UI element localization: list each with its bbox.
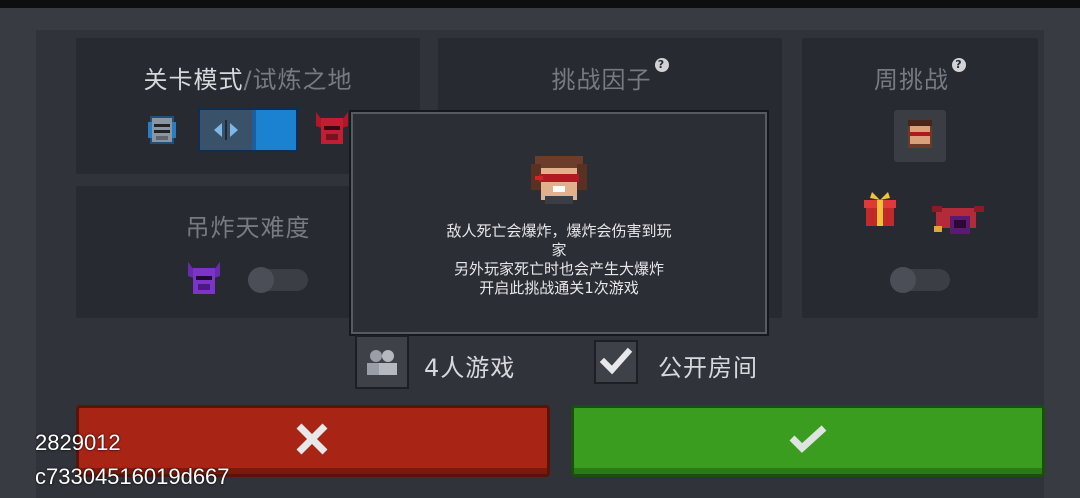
confirm-button[interactable] (571, 405, 1045, 477)
players-icon (367, 350, 397, 375)
purple-helmet-icon (184, 258, 224, 302)
mode-switch-right (256, 110, 296, 150)
difficulty-toggle-knob (248, 267, 274, 293)
weekly-panel: 周挑战? (802, 38, 1038, 318)
weekly-toggle[interactable] (890, 267, 950, 293)
mode-switch-arrows (200, 110, 252, 150)
weekly-challenge-slot[interactable] (894, 110, 946, 162)
close-icon (296, 423, 328, 455)
players-label: 4人游戏 (424, 354, 516, 382)
challenge-line-2: 家 (551, 241, 567, 259)
challenge-line-3: 另外玩家死亡时也会产生大爆炸 (453, 260, 664, 278)
challenge-character-icon (527, 150, 591, 210)
weekly-reward-creature-icon (930, 198, 986, 238)
overlay-hash-line: c73304516019d667 (35, 464, 230, 489)
checkmark-icon (599, 347, 633, 375)
mode-title-separator: / (243, 66, 253, 94)
overlay-id-line: 2829012 (35, 430, 121, 455)
mode-title-main: 关卡模式 (143, 66, 244, 94)
challenge-line-4: 开启此挑战通关1次游戏 (479, 279, 639, 297)
weekly-challenge-icon (908, 120, 932, 148)
knight-icon (142, 110, 182, 150)
challenge-description: 敌人死亡会爆炸，爆炸会伤害到玩 家 另外玩家死亡时也会产生大爆炸 开启此挑战通关… (353, 222, 765, 298)
weekly-toggle-knob (890, 267, 916, 293)
weekly-help-icon[interactable]: ? (952, 58, 966, 72)
public-room-label: 公开房间 (658, 354, 758, 382)
challenge-line-1: 敌人死亡会爆炸，爆炸会伤害到玩 (446, 222, 672, 240)
mode-switch[interactable] (198, 108, 298, 152)
difficulty-toggle[interactable] (248, 267, 308, 293)
gift-icon (862, 190, 898, 228)
weekly-title-text: 周挑战 (874, 66, 949, 94)
mode-title: 关卡模式/试炼之地 (76, 60, 420, 95)
factor-title-text: 挑战因子 (551, 66, 652, 94)
demon-helmet-icon (312, 108, 352, 152)
factor-help-icon[interactable]: ? (654, 58, 669, 72)
weekly-title: 周挑战? (802, 58, 1038, 95)
challenge-tooltip-dialog: 敌人死亡会爆炸，爆炸会伤害到玩 家 另外玩家死亡时也会产生大爆炸 开启此挑战通关… (351, 112, 767, 334)
check-icon (789, 425, 827, 453)
public-room-checkbox[interactable] (594, 340, 638, 384)
mode-title-sub: 试炼之地 (252, 66, 353, 94)
players-button[interactable] (355, 335, 409, 389)
factor-title: 挑战因子? (438, 58, 782, 95)
top-status-bar (0, 0, 1080, 8)
